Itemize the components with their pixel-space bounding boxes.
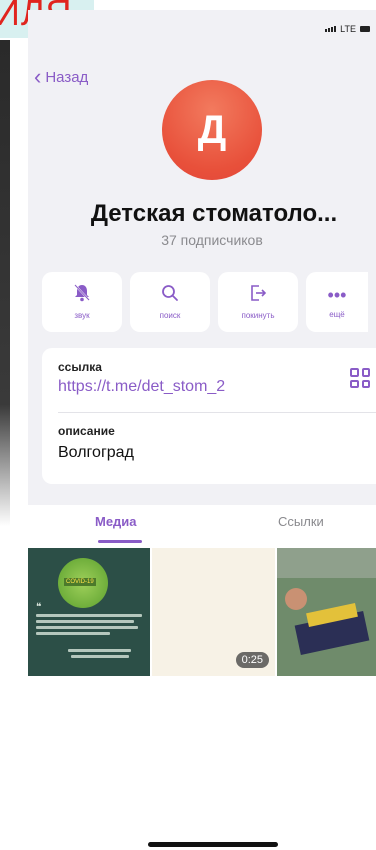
status-bar: LTE [325, 24, 370, 34]
subscriber-count: 37 подписчиков [161, 232, 263, 248]
media-tile-covid[interactable]: COVID-19 ❝ [28, 548, 150, 676]
channel-avatar[interactable]: Д [162, 80, 262, 180]
info-card: ссылка https://t.me/det_stom_2 описание … [42, 348, 376, 484]
link-label: ссылка [58, 360, 102, 374]
action-row: звук поиск покинуть ••• ещё [42, 272, 368, 332]
media-tile-video[interactable]: 0:25 [152, 548, 275, 676]
photo-head [285, 588, 307, 610]
search-icon [161, 284, 179, 305]
divider [58, 412, 376, 413]
profile-area: LTE ‹ Назад Д Детская стоматоло... 37 по… [28, 10, 376, 505]
signal-icon [325, 26, 337, 32]
avatar-letter: Д [197, 107, 227, 152]
more-label: ещё [329, 309, 345, 319]
back-label: Назад [45, 68, 89, 86]
phone-screen: LTE ‹ Назад Д Детская стоматоло... 37 по… [28, 10, 376, 850]
mute-label: звук [74, 311, 90, 320]
leave-icon [249, 284, 267, 305]
video-duration: 0:25 [235, 652, 269, 668]
covid-badge: COVID-19 [64, 578, 96, 586]
tile-text-lines [36, 614, 142, 661]
tab-links[interactable]: Ссылки [278, 514, 324, 529]
media-tabs: Медиа Ссылки [28, 510, 376, 550]
media-grid: COVID-19 ❝ 0:25 [28, 548, 376, 676]
mute-button[interactable]: звук [42, 272, 122, 332]
network-label: LTE [340, 24, 356, 34]
more-button[interactable]: ••• ещё [306, 272, 368, 332]
leave-button[interactable]: покинуть [218, 272, 298, 332]
bell-slash-icon [74, 284, 90, 305]
media-tile-photo[interactable] [277, 548, 376, 676]
background-photo-edge [0, 40, 10, 850]
description-label: описание [58, 424, 115, 438]
back-button[interactable]: ‹ Назад [34, 66, 88, 88]
active-tab-indicator [98, 540, 142, 543]
qr-code-icon[interactable] [350, 368, 370, 388]
search-label: поиск [159, 311, 181, 320]
tab-media[interactable]: Медиа [95, 514, 137, 529]
home-indicator[interactable] [148, 842, 278, 847]
search-button[interactable]: поиск [130, 272, 210, 332]
channel-name: Детская стоматоло... [90, 200, 338, 227]
description-value: Волгоград [58, 444, 134, 461]
chevron-left-icon: ‹ [34, 64, 42, 89]
more-icon: ••• [327, 284, 347, 305]
quote-icon: ❝ [36, 602, 42, 613]
leave-label: покинуть [241, 311, 275, 320]
channel-link[interactable]: https://t.me/det_stom_2 [58, 378, 225, 396]
battery-icon [360, 26, 370, 32]
